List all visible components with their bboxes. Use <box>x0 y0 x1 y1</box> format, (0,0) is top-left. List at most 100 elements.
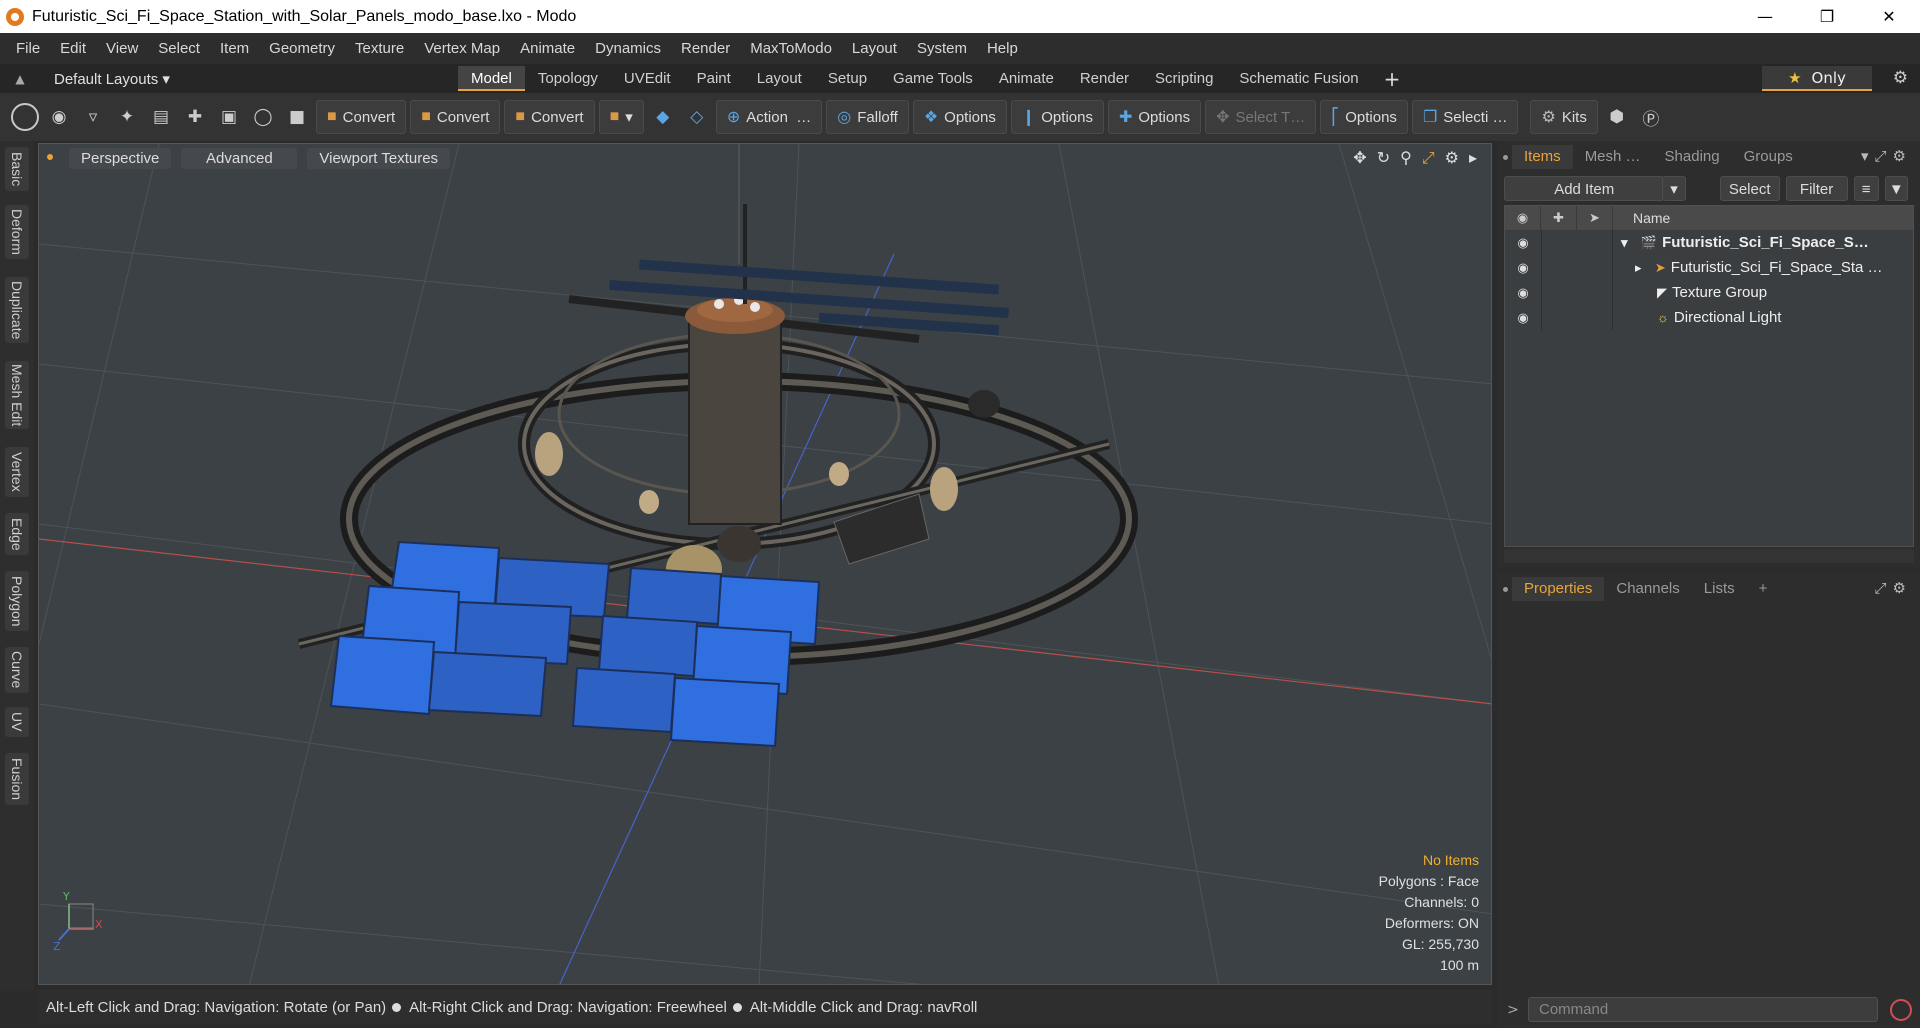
tab-uvedit[interactable]: UVEdit <box>611 66 684 91</box>
kits-button[interactable]: ⚙ Kits <box>1530 100 1598 134</box>
tab-layout[interactable]: Layout <box>744 66 815 91</box>
tree-row-texture-group[interactable]: ◉ ◤ Texture Group <box>1505 280 1913 305</box>
pen-icon[interactable]: ▿ <box>78 102 108 132</box>
tab-items[interactable]: Items <box>1512 145 1573 169</box>
maximize-viewport-icon[interactable]: ⤢ <box>1422 148 1435 168</box>
viewport-gear-icon[interactable]: ⚙ <box>1445 148 1459 168</box>
menu-texture[interactable]: Texture <box>345 40 414 57</box>
frame-icon[interactable]: ▣ <box>214 102 244 132</box>
panel-controls[interactable]: ▾⤢⚙ <box>1861 147 1912 165</box>
vtab-basic[interactable]: Basic <box>5 147 29 191</box>
tab-game-tools[interactable]: Game Tools <box>880 66 986 91</box>
3d-viewport[interactable]: Y X Z Perspective Advanced Viewport Text… <box>38 143 1492 985</box>
tab-render[interactable]: Render <box>1067 66 1142 91</box>
vtab-uv[interactable]: UV <box>5 707 29 737</box>
brush-icon[interactable]: ✦ <box>112 102 142 132</box>
tab-scripting[interactable]: Scripting <box>1142 66 1226 91</box>
cube-icon[interactable]: ■ <box>282 102 312 132</box>
command-history-icon[interactable]: > <box>1498 1002 1528 1018</box>
circle-icon[interactable]: ◯ <box>248 102 278 132</box>
tab-animate[interactable]: Animate <box>986 66 1067 91</box>
tab-mesh[interactable]: Mesh … <box>1573 145 1653 169</box>
expand-arrow-icon[interactable]: ▾ <box>1621 235 1628 250</box>
layout-preset-dropdown[interactable]: Default Layouts ▾ <box>40 70 190 88</box>
vtab-polygon[interactable]: Polygon <box>5 571 29 631</box>
tab-lists[interactable]: Lists <box>1692 577 1747 601</box>
items-horizontal-scrollbar[interactable] <box>1504 549 1914 563</box>
tab-properties[interactable]: Properties <box>1512 577 1605 601</box>
view-type-dropdown[interactable]: Perspective <box>69 147 172 169</box>
eye-icon[interactable]: ◉ <box>1505 235 1541 251</box>
minimize-button[interactable]: — <box>1734 0 1796 33</box>
command-input[interactable]: Command <box>1528 997 1878 1022</box>
action-center-button[interactable]: ⊕ Action … <box>715 100 823 134</box>
collapse-arrow-icon[interactable]: ▲ <box>0 72 40 86</box>
menu-item[interactable]: Item <box>210 40 259 57</box>
menu-system[interactable]: System <box>907 40 977 57</box>
menu-file[interactable]: File <box>6 40 50 57</box>
mesh-dropdown-button[interactable]: ■ ▾ <box>598 100 644 134</box>
maximize-button[interactable]: ❐ <box>1796 0 1858 33</box>
menu-maxtomodo[interactable]: MaxToModo <box>740 40 842 57</box>
unity-icon[interactable]: ⬢ <box>1602 102 1632 132</box>
tab-schematic-fusion[interactable]: Schematic Fusion <box>1226 66 1371 91</box>
vtab-fusion[interactable]: Fusion <box>5 753 29 805</box>
tree-row-mesh[interactable]: ◉ ▸ ➤ Futuristic_Sci_Fi_Space_Sta … <box>1505 255 1913 280</box>
add-tab-button[interactable]: + <box>1372 67 1413 91</box>
viewport-textures-dropdown[interactable]: Viewport Textures <box>307 147 451 169</box>
convert-button-3[interactable]: ■ Convert <box>504 100 595 134</box>
viewport-menu-dot[interactable] <box>47 154 53 160</box>
menu-animate[interactable]: Animate <box>510 40 585 57</box>
falloff-button[interactable]: ◎ Falloff <box>826 100 909 134</box>
tree-row-directional-light[interactable]: ◉ ☼ Directional Light <box>1505 305 1913 330</box>
convert-button-2[interactable]: ■ Convert <box>410 100 501 134</box>
symmetry-icon[interactable]: ◆ <box>648 102 678 132</box>
panel-controls[interactable]: ⤢⚙ <box>1875 579 1912 597</box>
options-button-2[interactable]: ❙ Options <box>1010 100 1104 134</box>
list-options-icon[interactable]: ≡ <box>1853 175 1879 201</box>
gear-icon[interactable]: ⚙ <box>1893 68 1908 88</box>
tab-model[interactable]: Model <box>458 66 525 91</box>
menu-view[interactable]: View <box>96 40 148 57</box>
vtab-duplicate[interactable]: Duplicate <box>5 277 29 343</box>
tab-groups[interactable]: Groups <box>1732 145 1805 169</box>
panel-menu-dot[interactable] <box>1503 587 1508 592</box>
tree-row-scene[interactable]: ◉ ▾ 🎬 Futuristic_Sci_Fi_Space_S… <box>1505 230 1913 255</box>
zoom-icon[interactable]: ⚲ <box>1400 148 1412 168</box>
menu-vertex-map[interactable]: Vertex Map <box>414 40 510 57</box>
tab-paint[interactable]: Paint <box>684 66 744 91</box>
only-toggle-button[interactable]: ★ Only <box>1762 66 1872 91</box>
selection-sets-button[interactable]: ❐ Selecti … <box>1411 100 1519 134</box>
eye-icon[interactable]: ◉ <box>1505 260 1541 276</box>
menu-layout[interactable]: Layout <box>842 40 907 57</box>
convert-button-1[interactable]: ■ Convert <box>316 100 407 134</box>
select-vertices-icon[interactable] <box>11 103 39 131</box>
vtab-mesh-edit[interactable]: Mesh Edit <box>5 361 29 429</box>
unreal-icon[interactable]: Ⓟ <box>1636 102 1666 132</box>
select-button[interactable]: Select <box>1719 175 1780 201</box>
select-through-button[interactable]: ✥ Select T… <box>1205 100 1317 134</box>
add-item-button[interactable]: Add Item <box>1504 175 1665 201</box>
panel-menu-dot[interactable] <box>1503 155 1508 160</box>
eye-icon[interactable]: ◉ <box>1505 310 1541 326</box>
options-button-3[interactable]: ✚ Options <box>1107 100 1202 134</box>
snap-icon[interactable]: ◇ <box>682 102 712 132</box>
options-button-1[interactable]: ❖ Options <box>912 100 1007 134</box>
menu-edit[interactable]: Edit <box>50 40 96 57</box>
funnel-icon[interactable]: ▼ <box>1884 175 1908 201</box>
filter-button[interactable]: Filter <box>1785 175 1848 201</box>
rotate-icon[interactable]: ↻ <box>1377 148 1390 168</box>
menu-help[interactable]: Help <box>977 40 1028 57</box>
tab-shading[interactable]: Shading <box>1653 145 1732 169</box>
menu-geometry[interactable]: Geometry <box>259 40 345 57</box>
tab-topology[interactable]: Topology <box>525 66 611 91</box>
viewport-menu-arrow-icon[interactable]: ▸ <box>1469 148 1477 168</box>
collapse-arrow-icon[interactable]: ▸ <box>1635 260 1642 275</box>
pan-icon[interactable]: ✥ <box>1353 148 1366 168</box>
tab-channels[interactable]: Channels <box>1604 577 1691 601</box>
shading-mode-dropdown[interactable]: Advanced <box>181 147 298 169</box>
options-button-4[interactable]: ⎡ Options <box>1320 100 1408 134</box>
close-button[interactable]: ✕ <box>1858 0 1920 33</box>
chevron-down-icon[interactable]: ▾ <box>1662 175 1686 201</box>
eye-icon[interactable]: ◉ <box>1505 285 1541 301</box>
